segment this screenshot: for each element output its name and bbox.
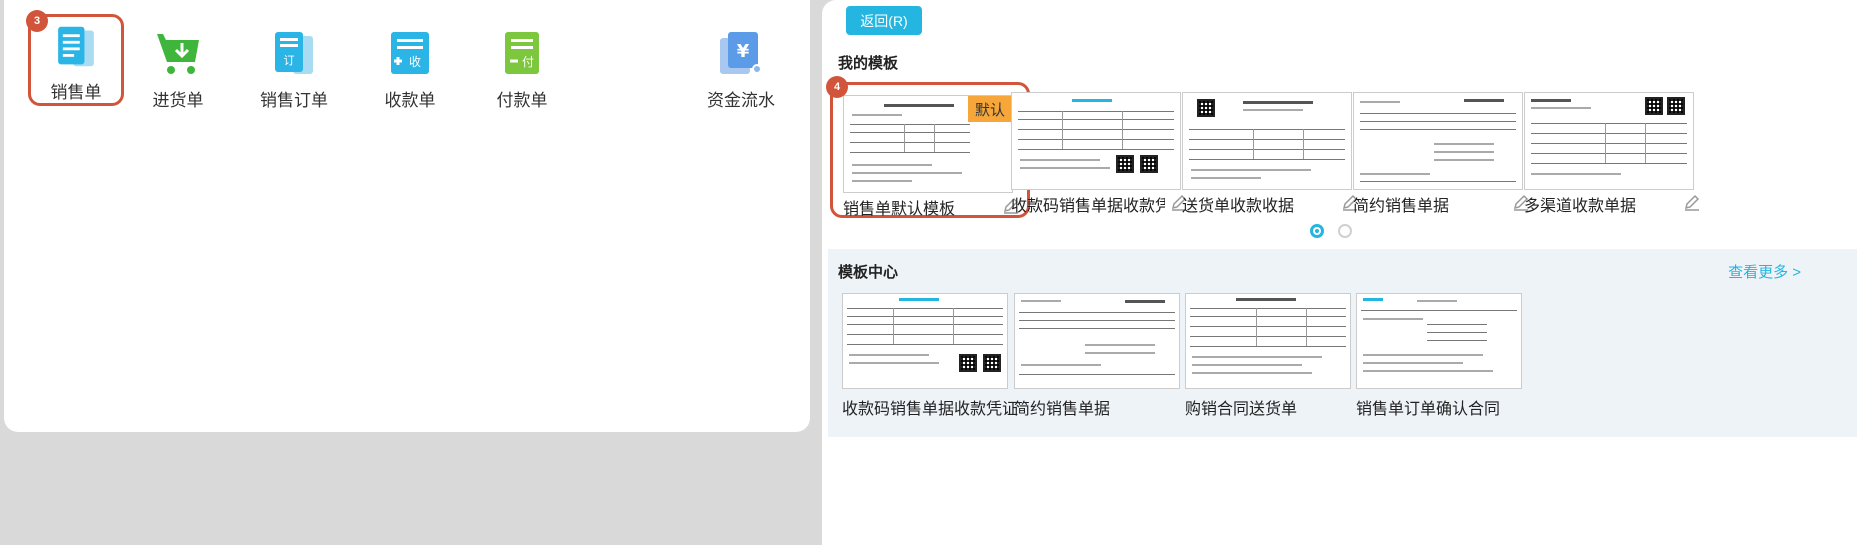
template-card[interactable]: 收款码销售单据收款凭证 [1001,82,1201,218]
document-type-panel: 3 销售单 进货单 订 销售订单 收 收款单 付 付款单 ¥ 资金流水 [4,0,810,432]
template-name: 简约销售单据 [1353,198,1450,215]
sales-order-icon: 订 [275,32,313,74]
template-thumbnail: 默认 [843,95,1013,193]
template-name: 收款码销售单据收款凭证 [842,401,1019,418]
doc-type-sales-order[interactable]: 订 销售订单 [234,22,354,116]
my-templates-title: 我的模板 [838,55,899,72]
doc-type-label: 进货单 [152,91,204,110]
cash-flow-icon: ¥ [720,32,762,74]
back-button[interactable]: 返回(R) [846,6,922,35]
template-center-title: 模板中心 [838,264,899,281]
doc-type-payment[interactable]: 付 付款单 [462,22,582,116]
template-thumbnail [1353,92,1523,190]
view-more-link[interactable]: 查看更多 > [1728,261,1801,282]
center-template-card[interactable]: 简约销售单据 [1014,293,1184,423]
template-thumbnail [1524,92,1694,190]
doc-type-purchase[interactable]: 进货单 [118,22,238,116]
template-card[interactable]: 多渠道收款单据 [1514,82,1714,218]
template-card[interactable]: 送货单收款收据 [1172,82,1372,218]
center-template-card[interactable]: 销售单订单确认合同 [1356,293,1526,423]
doc-type-label: 销售单 [50,83,102,102]
payment-icon: 付 [505,32,539,74]
center-template-card[interactable]: 收款码销售单据收款凭证 [842,293,1018,423]
icon-glyph: ¥ [737,41,750,62]
page-dot-1[interactable] [1310,224,1324,238]
sales-doc-icon [58,26,94,67]
template-card[interactable]: 默认 销售单默认模板 [830,82,1030,218]
template-name: 销售单订单确认合同 [1356,401,1501,418]
template-name: 购销合同送货单 [1185,401,1298,418]
page-dot-2[interactable] [1338,224,1352,238]
icon-glyph: 订 [284,54,295,67]
icon-glyph: 付 [522,55,534,69]
doc-type-label: 付款单 [496,91,548,110]
template-thumbnail [1182,92,1352,190]
template-name: 送货单收款收据 [1182,198,1295,215]
template-name: 多渠道收款单据 [1524,198,1637,215]
shopping-cart-icon [157,34,199,74]
template-thumbnail [1014,293,1180,389]
template-thumbnail [1011,92,1181,190]
template-card[interactable]: 简约销售单据 [1343,82,1543,218]
template-name: 收款码销售单据收款凭证 [1011,198,1165,215]
template-center: 模板中心 查看更多 > 收款码销售单据收款凭证 简约销售单据 购销合同送货单 销… [828,249,1857,437]
center-template-card[interactable]: 购销合同送货单 [1185,293,1355,423]
doc-type-label: 资金流水 [707,91,775,110]
template-panel: 返回(R) 我的模板 4 默认 销售单默认模板 收款码销售单据收款凭 送货单收款… [822,0,1865,545]
template-thumbnail [1185,293,1351,389]
template-name: 简约销售单据 [1014,401,1111,418]
step-badge: 3 [26,10,48,32]
doc-type-cash-flow[interactable]: ¥ 资金流水 [681,22,801,116]
template-thumbnail [1356,293,1522,389]
icon-glyph: 收 [409,55,421,69]
doc-type-label: 收款单 [384,91,436,110]
receipt-icon: 收 [391,32,429,74]
doc-type-receipt[interactable]: 收 收款单 [350,22,470,116]
step-badge: 4 [826,76,848,98]
edit-icon[interactable] [1682,192,1702,212]
doc-type-label: 销售订单 [260,91,328,110]
template-thumbnail [842,293,1008,389]
template-name: 销售单默认模板 [843,201,956,218]
carousel-pagination [1310,224,1352,238]
